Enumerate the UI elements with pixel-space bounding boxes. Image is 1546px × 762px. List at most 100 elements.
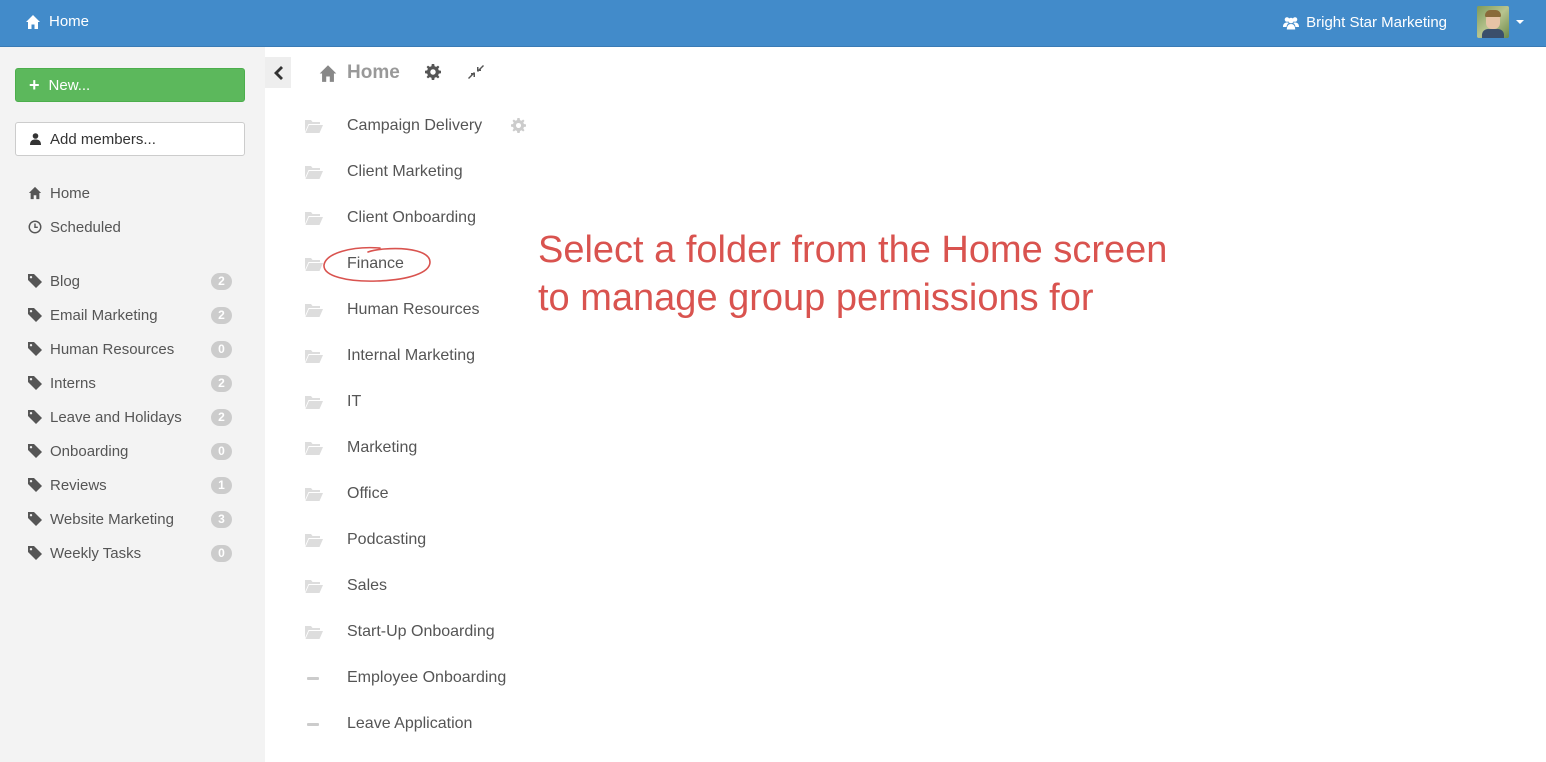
gear-icon [425, 64, 441, 80]
annotation-line-1: Select a folder from the Home screen [538, 229, 1168, 271]
sidebar-tag-weekly-tasks[interactable]: Weekly Tasks 0 [28, 541, 238, 565]
count-badge: 2 [211, 306, 232, 324]
count-badge: 0 [211, 544, 232, 562]
organization-switcher[interactable]: Bright Star Marketing [1283, 14, 1447, 31]
count-badge: 2 [211, 374, 232, 392]
tag-icon [28, 342, 42, 356]
folder-open-icon [305, 625, 323, 639]
compress-view-button[interactable] [468, 64, 484, 80]
folder-item-finance[interactable]: Finance [305, 252, 404, 276]
home-icon [319, 64, 337, 82]
add-members-button[interactable]: Add members... [15, 122, 245, 156]
folder-item[interactable]: Marketing [305, 436, 417, 460]
navbar-home-label: Home [49, 13, 90, 30]
sidebar-tag-label: Human Resources [50, 340, 175, 358]
folder-open-icon [305, 487, 323, 501]
folder-item[interactable]: Campaign Delivery [305, 114, 482, 138]
page-title: Home [347, 62, 400, 83]
folder-name: Internal Marketing [347, 347, 476, 364]
folder-open-icon [305, 211, 323, 225]
sidebar-tag-label: Interns [50, 374, 96, 392]
folder-settings-button[interactable] [511, 118, 526, 133]
caret-down-icon [1516, 20, 1524, 24]
folder-item[interactable]: Sales [305, 574, 387, 598]
sidebar-tag-onboarding[interactable]: Onboarding 0 [28, 439, 238, 463]
list-item[interactable]: Employee Onboarding [305, 666, 506, 690]
chevron-left-icon [274, 65, 283, 80]
tag-icon [28, 512, 42, 526]
new-button-label: New... [48, 76, 91, 94]
sidebar-item-home[interactable]: Home [28, 181, 238, 205]
sidebar-tag-blog[interactable]: Blog 2 [28, 269, 238, 293]
folder-item[interactable]: Office [305, 482, 389, 506]
folder-item[interactable]: Podcasting [305, 528, 426, 552]
plus-icon: + [29, 75, 40, 95]
users-icon [1283, 16, 1300, 29]
navbar-home-link[interactable]: Home [25, 13, 89, 30]
add-members-label: Add members... [50, 130, 156, 148]
sidebar-tag-label: Blog [50, 272, 81, 290]
folder-name: Sales [347, 577, 388, 594]
instruction-annotation: Select a folder from the Home screen to … [538, 226, 1258, 322]
sidebar-item-label: Home [50, 184, 91, 202]
top-navbar: Home Bright Star Marketing [0, 0, 1546, 47]
folder-open-icon [305, 257, 323, 271]
folder-item[interactable]: Internal Marketing [305, 344, 475, 368]
list-item[interactable]: Leave Application [305, 712, 472, 736]
folder-name: Marketing [347, 439, 418, 456]
folder-name: Finance [347, 255, 404, 272]
sidebar-tag-label: Website Marketing [50, 510, 174, 528]
gear-icon [511, 118, 526, 133]
clock-icon [28, 220, 42, 234]
user-icon [30, 133, 41, 145]
sidebar-tag-interns[interactable]: Interns 2 [28, 371, 238, 395]
folder-open-icon [305, 579, 323, 593]
folder-open-icon [305, 119, 323, 133]
tag-icon [28, 410, 42, 424]
sidebar-item-scheduled[interactable]: Scheduled [28, 215, 238, 239]
folder-open-icon [305, 303, 323, 317]
folder-open-icon [305, 533, 323, 547]
sidebar-tag-leave-and-holidays[interactable]: Leave and Holidays 2 [28, 405, 238, 429]
folder-name: IT [347, 393, 362, 410]
sidebar-tag-email-marketing[interactable]: Email Marketing 2 [28, 303, 238, 327]
sidebar-tag-label: Reviews [50, 476, 107, 494]
folder-name: Client Onboarding [347, 209, 476, 226]
compress-icon [468, 65, 484, 79]
folder-item[interactable]: Human Resources [305, 298, 480, 322]
home-icon [26, 14, 40, 29]
folder-open-icon [305, 395, 323, 409]
folder-name: Client Marketing [347, 163, 463, 180]
sidebar-tag-website-marketing[interactable]: Website Marketing 3 [28, 507, 238, 531]
sidebar-tag-human-resources[interactable]: Human Resources 0 [28, 337, 238, 361]
settings-button[interactable] [425, 64, 441, 80]
tag-icon [28, 274, 42, 288]
folder-name: Human Resources [347, 301, 480, 318]
folder-item[interactable]: Start-Up Onboarding [305, 620, 495, 644]
sidebar: + New... Add members... Home Scheduled B… [0, 47, 265, 762]
sidebar-tag-label: Onboarding [50, 442, 129, 460]
folder-item[interactable]: Client Onboarding [305, 206, 476, 230]
annotation-line-2: to manage group permissions for [538, 277, 1094, 319]
tag-icon [28, 546, 42, 560]
folder-open-icon [305, 441, 323, 455]
folder-item[interactable]: IT [305, 390, 361, 414]
sidebar-tag-reviews[interactable]: Reviews 1 [28, 473, 238, 497]
count-badge: 1 [211, 476, 232, 494]
user-menu[interactable] [1477, 6, 1524, 38]
new-button[interactable]: + New... [15, 68, 245, 102]
item-name: Leave Application [347, 715, 473, 732]
count-badge: 2 [211, 272, 232, 290]
folder-name: Podcasting [347, 531, 427, 548]
avatar[interactable] [1477, 6, 1509, 38]
tag-icon [28, 444, 42, 458]
sidebar-tag-label: Leave and Holidays [50, 408, 182, 426]
organization-name: Bright Star Marketing [1306, 14, 1447, 31]
tag-icon [28, 308, 42, 322]
folder-name: Campaign Delivery [347, 117, 483, 134]
folder-open-icon [305, 349, 323, 363]
item-name: Employee Onboarding [347, 669, 507, 686]
count-badge: 3 [211, 510, 232, 528]
collapse-sidebar-button[interactable] [265, 57, 291, 88]
folder-item[interactable]: Client Marketing [305, 160, 463, 184]
